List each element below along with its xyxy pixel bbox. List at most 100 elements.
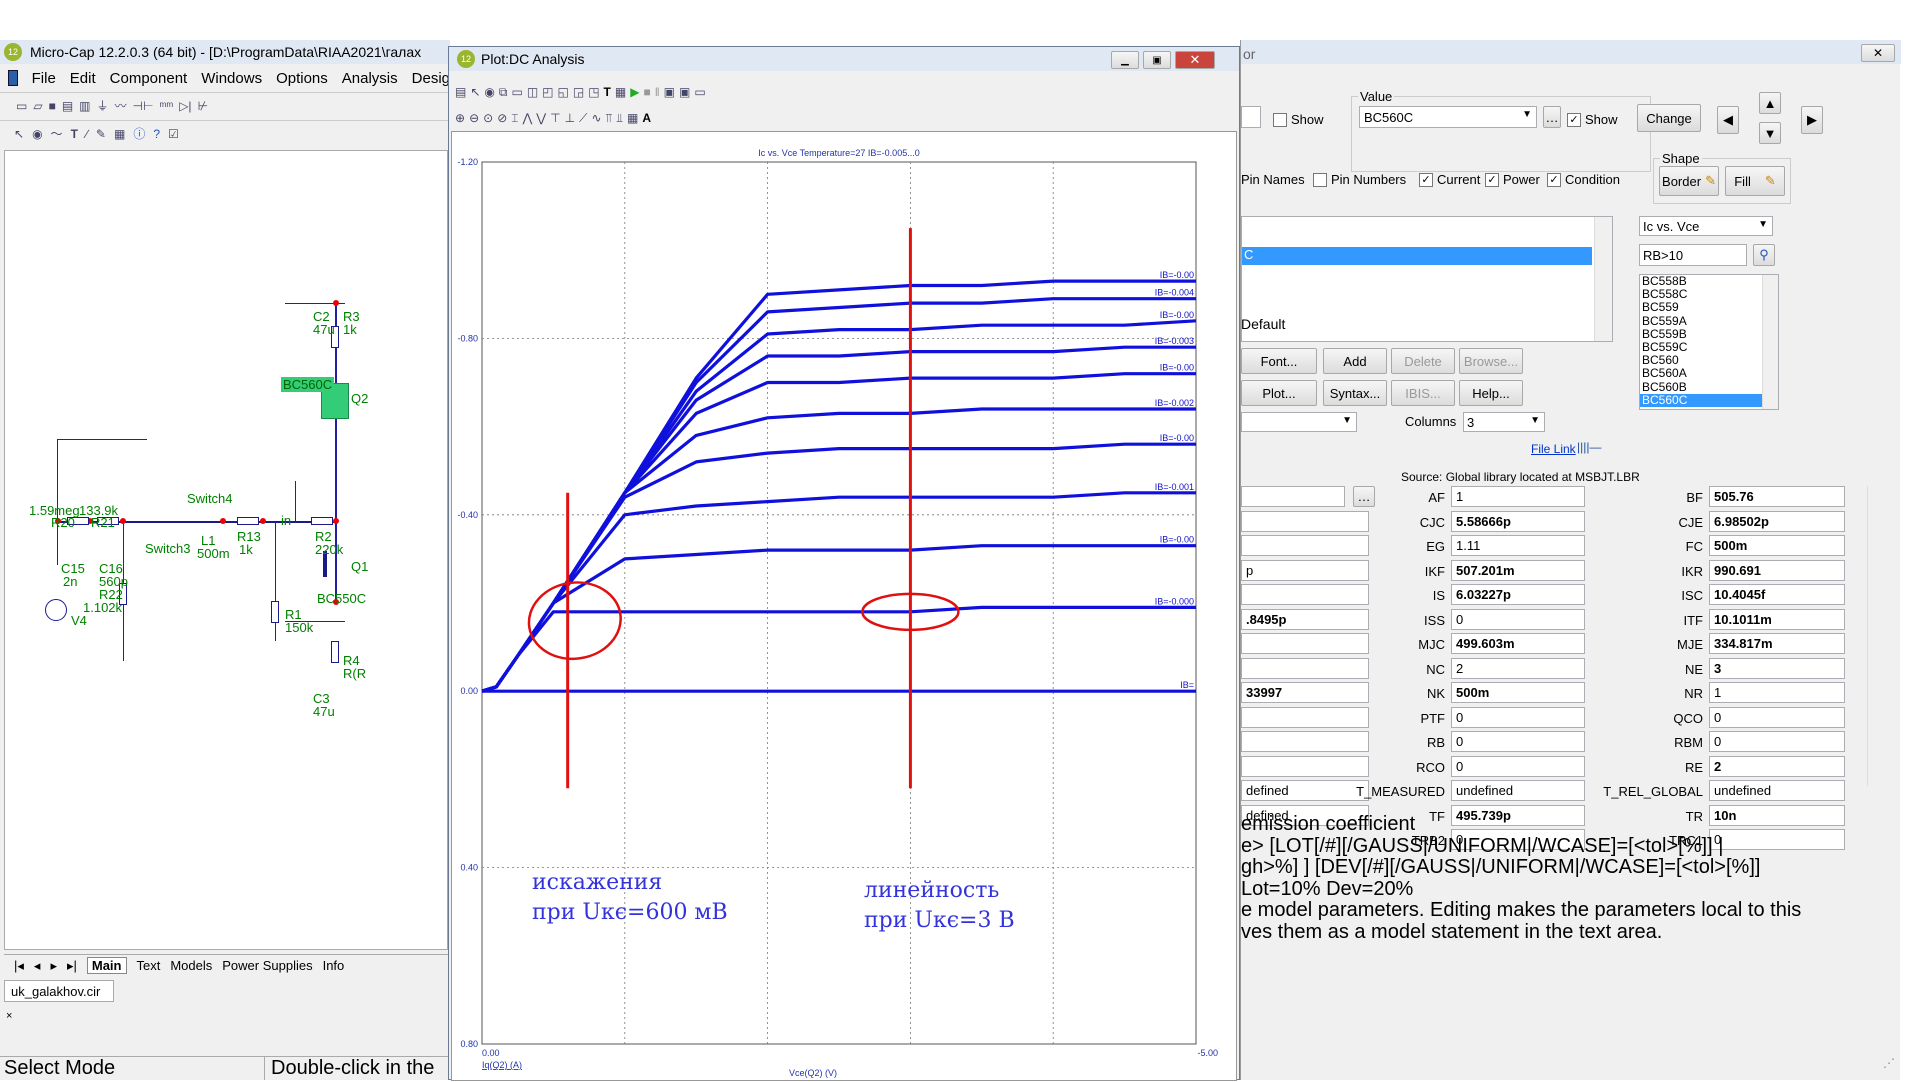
resistor-r1[interactable]: [271, 601, 279, 623]
param-value-field[interactable]: 507.201m: [1451, 559, 1585, 581]
display-select[interactable]: ▼: [1241, 412, 1357, 432]
pause-icon[interactable]: ‖: [655, 85, 660, 99]
fill-button[interactable]: Fill ✎: [1725, 166, 1785, 196]
param-value-field[interactable]: 500m: [1709, 535, 1845, 556]
param-value-field[interactable]: 0: [1451, 731, 1585, 752]
graph3-icon[interactable]: ◲: [573, 85, 584, 99]
param-value-field[interactable]: 0: [1451, 706, 1585, 728]
minimize-button[interactable]: ▁: [1111, 51, 1139, 69]
list-item-selected[interactable]: C: [1242, 247, 1592, 265]
condition-checkbox[interactable]: ✓ Condition: [1547, 172, 1620, 187]
power-checkbox[interactable]: ✓ Power: [1485, 172, 1540, 187]
low-icon[interactable]: ⊥: [565, 111, 575, 125]
rotate-left-button[interactable]: ◀: [1717, 106, 1739, 134]
print-preview-icon[interactable]: ▤: [62, 99, 73, 113]
global-low-icon[interactable]: ⫫: [616, 111, 623, 126]
name-field-fragment[interactable]: [1241, 106, 1261, 128]
next-sheet-icon[interactable]: ▸: [50, 958, 57, 974]
graph2-icon[interactable]: ◱: [558, 85, 569, 99]
text-tool-icon[interactable]: T: [71, 127, 78, 141]
close-panel-icon[interactable]: ×: [6, 1010, 12, 1022]
param-value-field[interactable]: 3: [1709, 657, 1845, 679]
info-icon[interactable]: ⓘ: [133, 125, 145, 142]
param-value-field[interactable]: 1: [1709, 682, 1845, 703]
param-value-field[interactable]: 10.4045f: [1709, 584, 1845, 605]
help-button[interactable]: Help...: [1459, 380, 1523, 406]
list-scrollbar[interactable]: [1594, 217, 1612, 341]
show-name-checkbox[interactable]: Show: [1273, 112, 1324, 127]
valley-icon[interactable]: ⋁: [536, 111, 546, 125]
diode-icon[interactable]: ▷|: [179, 99, 191, 113]
menu-windows[interactable]: Windows: [201, 70, 262, 87]
rotate-right-button[interactable]: ▶: [1801, 106, 1823, 134]
inductor-icon[interactable]: ᵐᵐ: [159, 99, 173, 113]
window-icon[interactable]: ▭: [694, 85, 705, 99]
select-arrow-icon[interactable]: ↖: [14, 127, 24, 141]
resistor-icon[interactable]: 〰: [115, 97, 127, 114]
param-value-field[interactable]: 6.03227p: [1451, 584, 1585, 605]
resize-grip-icon[interactable]: ⋰: [1883, 1056, 1895, 1070]
tab-main[interactable]: Main: [86, 957, 127, 974]
file-tab[interactable]: uk_galakhov.cir: [4, 980, 114, 1002]
checkbox-tool-icon[interactable]: ☑: [168, 127, 179, 141]
component-list[interactable]: C: [1241, 216, 1613, 342]
font-button[interactable]: Font...: [1241, 348, 1317, 374]
model-list-scrollbar[interactable]: [1762, 275, 1778, 409]
transistor-icon[interactable]: ⊬: [198, 99, 208, 113]
prev-sheet-icon[interactable]: ◂: [34, 958, 41, 974]
tab-info[interactable]: Info: [323, 958, 345, 973]
line-tool-icon[interactable]: ∕: [86, 127, 88, 141]
zoom-box-icon[interactable]: ◫: [527, 85, 538, 99]
graph4-icon[interactable]: ◳: [588, 85, 599, 99]
ibis-button[interactable]: IBIS...: [1391, 380, 1455, 406]
editor-titlebar[interactable]: or: [1241, 40, 1901, 64]
resistor-r13[interactable]: [237, 517, 259, 525]
param-value-field[interactable]: 505.76: [1709, 486, 1845, 507]
columns-select[interactable]: 3 ▼: [1463, 412, 1545, 432]
zoom-fit-icon[interactable]: ⊙: [483, 111, 493, 125]
plot-button[interactable]: Plot...: [1241, 380, 1317, 406]
show-value-checkbox[interactable]: ✓ Show: [1567, 112, 1618, 127]
menu-edit[interactable]: Edit: [70, 70, 96, 87]
cursor-icon[interactable]: ⌶: [511, 111, 518, 126]
change-button[interactable]: Change: [1637, 104, 1701, 132]
wire-icon[interactable]: 〜: [51, 125, 63, 142]
select-icon[interactable]: ↖: [470, 85, 480, 99]
current-checkbox[interactable]: ✓ Current: [1419, 172, 1480, 187]
print-icon[interactable]: ▤: [455, 85, 466, 99]
label-bc560c[interactable]: BC560C: [281, 377, 335, 392]
resistor-r2[interactable]: [311, 517, 333, 525]
param-scrollbar[interactable]: [1867, 486, 1885, 786]
help-icon[interactable]: ?: [153, 127, 160, 141]
param-value-field[interactable]: 990.691: [1709, 559, 1845, 581]
tab-power-supplies[interactable]: Power Supplies: [222, 958, 312, 973]
capacitor-icon[interactable]: ⊣⊢: [133, 99, 154, 113]
properties-icon[interactable]: ▦: [615, 85, 626, 99]
pin-numbers-checkbox[interactable]: Pin Numbers: [1313, 172, 1406, 187]
param-value-field[interactable]: 2: [1709, 755, 1845, 777]
plot-chart[interactable]: -1.20 -0.80 -0.40 0.00 0.40 0.80 0.00 -5.00 Vce(…: [452, 132, 1238, 1082]
down-button[interactable]: ▼: [1759, 122, 1781, 144]
main-titlebar[interactable]: 12 Micro-Cap 12.2.0.3 (64 bit) - [D:\Pro…: [0, 40, 450, 64]
high-icon[interactable]: ⊤: [550, 111, 560, 125]
stop-icon[interactable]: ■: [643, 85, 650, 99]
value-browse-button[interactable]: …: [1543, 106, 1561, 128]
point-icon[interactable]: ◉: [32, 127, 42, 141]
model-list-item[interactable]: BC560A: [1640, 367, 1778, 380]
model-list-item[interactable]: BC559A: [1640, 314, 1778, 328]
param-value-field[interactable]: undefined: [1451, 780, 1585, 801]
param-value-field[interactable]: 5.58666p: [1451, 510, 1585, 532]
save-icon[interactable]: ■: [49, 99, 56, 113]
border-button[interactable]: Border ✎: [1659, 166, 1719, 196]
param-value-field[interactable]: 6.98502p: [1709, 510, 1845, 532]
param-value-field[interactable]: 0: [1451, 755, 1585, 777]
plot-type-select[interactable]: Ic vs. Vce ▼: [1639, 216, 1773, 236]
param-value-field[interactable]: 499.603m: [1451, 633, 1585, 654]
browse-button[interactable]: Browse...: [1459, 348, 1523, 374]
param-value-field[interactable]: 1: [1451, 486, 1585, 507]
copy-icon[interactable]: ⧉: [499, 85, 508, 100]
param-value-field[interactable]: 334.817m: [1709, 633, 1845, 654]
add-button[interactable]: Add: [1323, 348, 1387, 374]
scale-icon[interactable]: ▭: [511, 85, 522, 99]
param-value-field[interactable]: 0: [1709, 731, 1845, 752]
